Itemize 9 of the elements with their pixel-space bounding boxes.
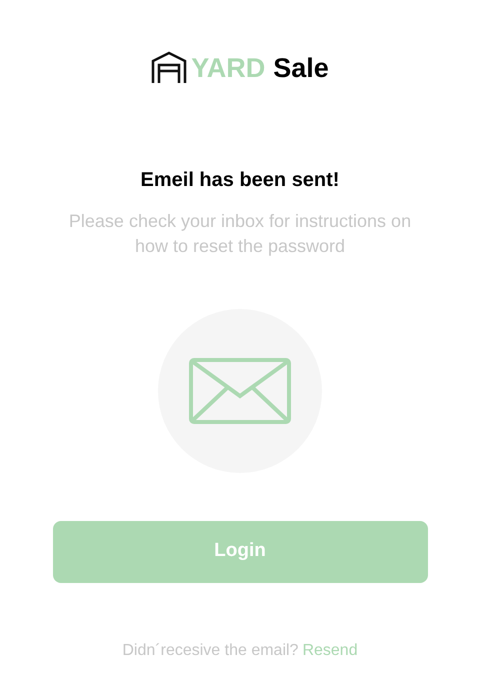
- envelope-icon: [189, 358, 291, 424]
- login-button[interactable]: Login: [52, 520, 428, 582]
- logo-text: YARD: [191, 52, 266, 85]
- instructions-text: Please check your inbox for instructions on how to reset the password: [68, 210, 412, 258]
- garage-logo-icon: [151, 51, 188, 86]
- logo-text: Sale: [273, 52, 329, 85]
- footer-text: Didn´recesive the email?: [122, 640, 298, 660]
- resend-link[interactable]: Resend: [302, 638, 358, 662]
- page-title: Emeil has been sent!: [140, 168, 340, 192]
